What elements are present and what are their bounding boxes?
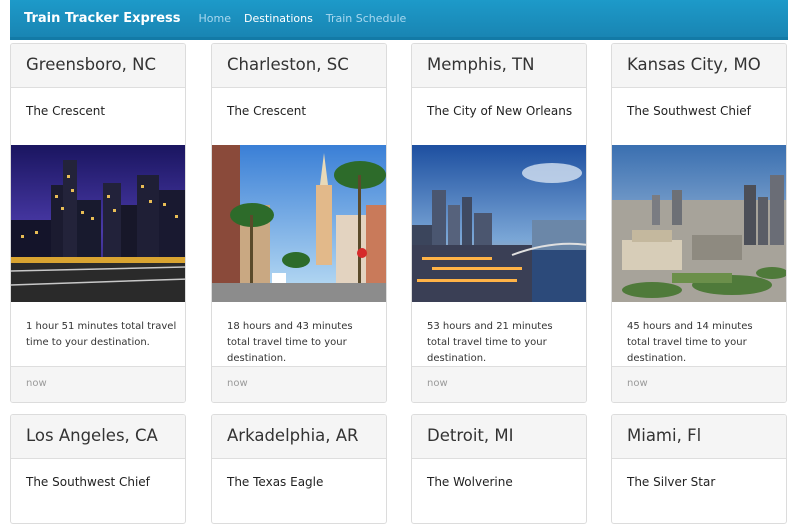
card-footer-timestamp: now (11, 366, 185, 402)
city-aerial-image (612, 145, 786, 302)
card-city-title: Charleston, SC (212, 44, 386, 88)
card-city-title: Memphis, TN (412, 44, 586, 88)
city-skyline-image (11, 145, 185, 302)
nav-home-link[interactable]: Home (199, 12, 231, 25)
card-city-title: Los Angeles, CA (11, 415, 185, 459)
destination-card-memphis[interactable]: Memphis, TN The City of New Orleans 53 h… (411, 43, 587, 403)
navbar: Train Tracker Express Home Destinations … (10, 0, 788, 40)
card-city-title: Greensboro, NC (11, 44, 185, 88)
card-city-title: Detroit, MI (412, 415, 586, 459)
destination-card-miami[interactable]: Miami, Fl The Silver Star (611, 414, 787, 524)
nav-train-schedule-link[interactable]: Train Schedule (326, 12, 406, 25)
destination-card-los-angeles[interactable]: Los Angeles, CA The Southwest Chief (10, 414, 186, 524)
card-train-name: The Crescent (26, 104, 106, 118)
card-city-title: Arkadelphia, AR (212, 415, 386, 459)
city-street-image (212, 145, 386, 302)
destination-card-charleston[interactable]: Charleston, SC The Crescent 18 hours and… (211, 43, 387, 403)
card-train-name: The City of New Orleans (427, 104, 573, 118)
card-travel-time: 1 hour 51 minutes total travel time to y… (26, 321, 177, 348)
card-travel-time: 53 hours and 21 minutes total travel tim… (427, 321, 553, 364)
destination-card-detroit[interactable]: Detroit, MI The Wolverine (411, 414, 587, 524)
card-city-title: Kansas City, MO (612, 44, 786, 88)
card-train-name: The Wolverine (427, 475, 513, 489)
card-train-name: The Crescent (227, 104, 307, 118)
card-train-name: The Texas Eagle (227, 475, 324, 489)
nav-destinations-link[interactable]: Destinations (244, 12, 313, 25)
destination-card-arkadelphia[interactable]: Arkadelphia, AR The Texas Eagle (211, 414, 387, 524)
card-travel-time: 45 hours and 14 minutes total travel tim… (627, 321, 753, 364)
destination-card-greensboro[interactable]: Greensboro, NC The Crescent 1 hour 51 mi… (10, 43, 186, 403)
card-train-name: The Silver Star (627, 475, 716, 489)
card-travel-time: 18 hours and 43 minutes total travel tim… (227, 321, 353, 364)
card-city-title: Miami, Fl (612, 415, 786, 459)
card-train-name: The Southwest Chief (26, 475, 150, 489)
brand-link[interactable]: Train Tracker Express (24, 11, 181, 26)
card-train-name: The Southwest Chief (627, 104, 751, 118)
city-skyline-image (412, 145, 586, 302)
card-footer-timestamp: now (412, 366, 586, 402)
card-footer-timestamp: now (612, 366, 786, 402)
card-footer-timestamp: now (212, 366, 386, 402)
destination-card-kansas-city[interactable]: Kansas City, MO The Southwest Chief 45 h… (611, 43, 787, 403)
